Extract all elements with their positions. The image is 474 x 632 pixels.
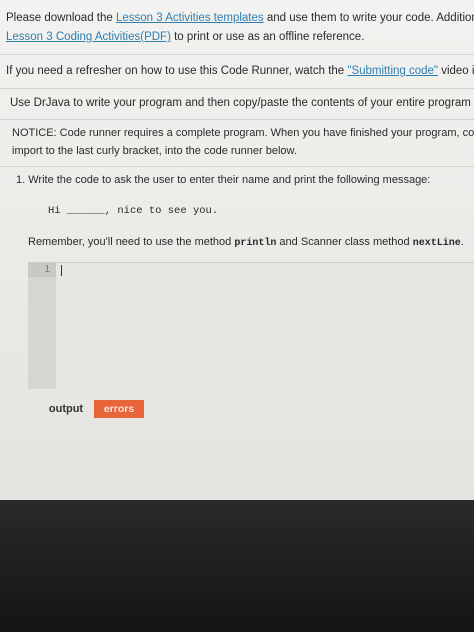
refresher-text-2: video in the Co: [441, 65, 474, 77]
remember-text-3: .: [460, 236, 464, 248]
refresher-text: If you need a refresher on how to use th…: [6, 65, 348, 77]
nextline-code: nextLine: [412, 238, 461, 249]
notice-line-2: import to the last curly bracket, into t…: [12, 145, 297, 157]
coding-activities-pdf-link[interactable]: Lesson 3 Coding Activities(PDF): [6, 31, 171, 43]
divider: [0, 119, 474, 120]
divider: [0, 54, 474, 55]
intro-text-3: to print or use as an offline reference.: [170, 31, 365, 43]
submitting-code-video-link[interactable]: "Submitting code": [347, 65, 438, 77]
lesson-templates-link[interactable]: Lesson 3 Activities templates: [116, 12, 264, 24]
remember-text-2: and Scanner class method: [276, 236, 413, 248]
errors-tab[interactable]: errors: [94, 400, 144, 418]
divider: [0, 166, 474, 167]
intro-line-1: Please download the Lesson 3 Activities …: [6, 12, 474, 24]
monitor-bezel: [0, 500, 474, 632]
line-number-gutter: 1: [28, 263, 56, 389]
divider: [0, 88, 474, 89]
notice-line-1: NOTICE: Code runner requires a complete …: [12, 127, 474, 139]
remember-text: Remember, you'll need to use the method: [28, 236, 235, 248]
intro-text-2: and use them to write your code. Additio…: [266, 12, 474, 24]
sample-rest: , nice to see you.: [104, 205, 219, 217]
text-cursor: [61, 265, 62, 276]
println-code: println: [234, 238, 277, 249]
sample-blank: ______: [66, 205, 105, 217]
sample-hi: Hi: [48, 205, 61, 217]
sample-message: Hi ______, nice to see you.: [48, 205, 218, 217]
question-text: 1. Write the code to ask the user to ent…: [16, 174, 431, 186]
output-tab[interactable]: output: [40, 398, 92, 420]
drjava-instruction: Use DrJava to write your program and the…: [10, 97, 474, 109]
refresher-line: If you need a refresher on how to use th…: [6, 65, 474, 77]
intro-text: Please download the: [6, 12, 116, 24]
code-editor[interactable]: 1: [28, 262, 474, 389]
content-page: Please download the Lesson 3 Activities …: [0, 0, 474, 500]
remember-note: Remember, you'll need to use the method …: [28, 236, 464, 249]
line-number: 1: [28, 263, 56, 277]
intro-line-2: Lesson 3 Coding Activities(PDF) to print…: [6, 31, 364, 43]
